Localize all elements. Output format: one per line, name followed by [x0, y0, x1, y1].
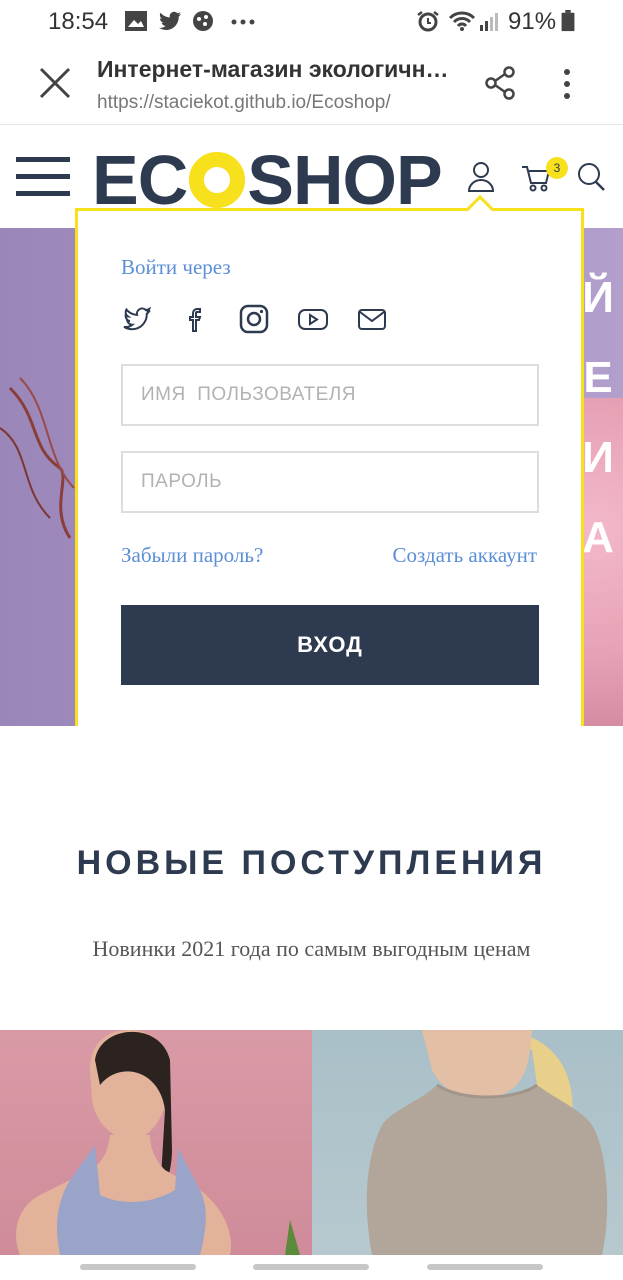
- product-card[interactable]: [312, 1030, 623, 1255]
- more-dots-icon: [231, 19, 255, 25]
- create-account-link[interactable]: Создать аккаунт: [393, 543, 537, 568]
- new-arrivals-section: НОВЫЕ ПОСТУПЛЕНИЯ Новинки 2021 года по с…: [0, 726, 623, 1030]
- more-vert-icon[interactable]: [557, 68, 577, 100]
- instagram-icon[interactable]: [238, 303, 270, 335]
- cart-count-badge: 3: [546, 157, 568, 179]
- alarm-icon: [417, 11, 439, 32]
- product-grid: [0, 1030, 623, 1255]
- login-button[interactable]: ВХОД: [121, 605, 539, 685]
- hero-letters: Й Е И А: [582, 273, 614, 562]
- forgot-password-link[interactable]: Забыли пароль?: [121, 543, 263, 568]
- password-field[interactable]: [121, 451, 539, 513]
- wifi-icon: [448, 11, 476, 31]
- product-image: [16, 1030, 300, 1255]
- search-icon[interactable]: [576, 161, 606, 193]
- twitter-icon: [159, 11, 181, 30]
- browser-bar: Интернет-магазин экологичн… https://stac…: [0, 44, 623, 125]
- logo-o-circle: [189, 152, 246, 208]
- username-input[interactable]: [123, 366, 537, 424]
- nav-handle-right[interactable]: [427, 1264, 543, 1270]
- gesture-nav-bar: [0, 1255, 623, 1280]
- nav-handle-left[interactable]: [80, 1264, 196, 1270]
- status-bar: 18:54 91%: [0, 0, 623, 44]
- logo-right: SHOP: [247, 141, 442, 219]
- battery-icon: [561, 10, 575, 32]
- user-icon[interactable]: [466, 161, 496, 193]
- logo[interactable]: EC SHOP: [92, 141, 443, 219]
- login-dropdown: Войти через Забыли пароль? Создать аккау…: [75, 194, 584, 730]
- page-url[interactable]: https://staciekot.github.io/Ecoshop/: [97, 92, 391, 114]
- product-image: [366, 1030, 608, 1255]
- status-time: 18:54: [48, 8, 109, 35]
- page-title: Интернет-магазин экологичн…: [97, 56, 449, 82]
- password-input[interactable]: [123, 453, 537, 511]
- share-icon[interactable]: [484, 66, 516, 100]
- menu-icon[interactable]: [16, 157, 70, 199]
- social-login-icons: [121, 303, 401, 339]
- youtube-icon[interactable]: [297, 303, 329, 335]
- gallery-icon: [125, 11, 147, 31]
- game-icon: [193, 11, 213, 31]
- login-via-label: Войти через: [121, 255, 231, 279]
- hero-image-hair: [0, 377, 75, 539]
- signal-icon: [480, 13, 498, 31]
- email-icon[interactable]: [356, 303, 388, 335]
- battery-percent: 91%: [508, 8, 557, 35]
- section-subtitle: Новинки 2021 года по самым выгодным цена…: [92, 936, 531, 961]
- logo-left: EC: [92, 141, 188, 219]
- product-card[interactable]: [0, 1030, 312, 1255]
- facebook-icon[interactable]: [181, 303, 213, 335]
- username-field[interactable]: [121, 364, 539, 426]
- close-icon[interactable]: [38, 66, 72, 100]
- section-heading: НОВЫЕ ПОСТУПЛЕНИЯ: [76, 844, 547, 882]
- nav-handle-center[interactable]: [253, 1264, 369, 1270]
- twitter-icon[interactable]: [121, 303, 153, 335]
